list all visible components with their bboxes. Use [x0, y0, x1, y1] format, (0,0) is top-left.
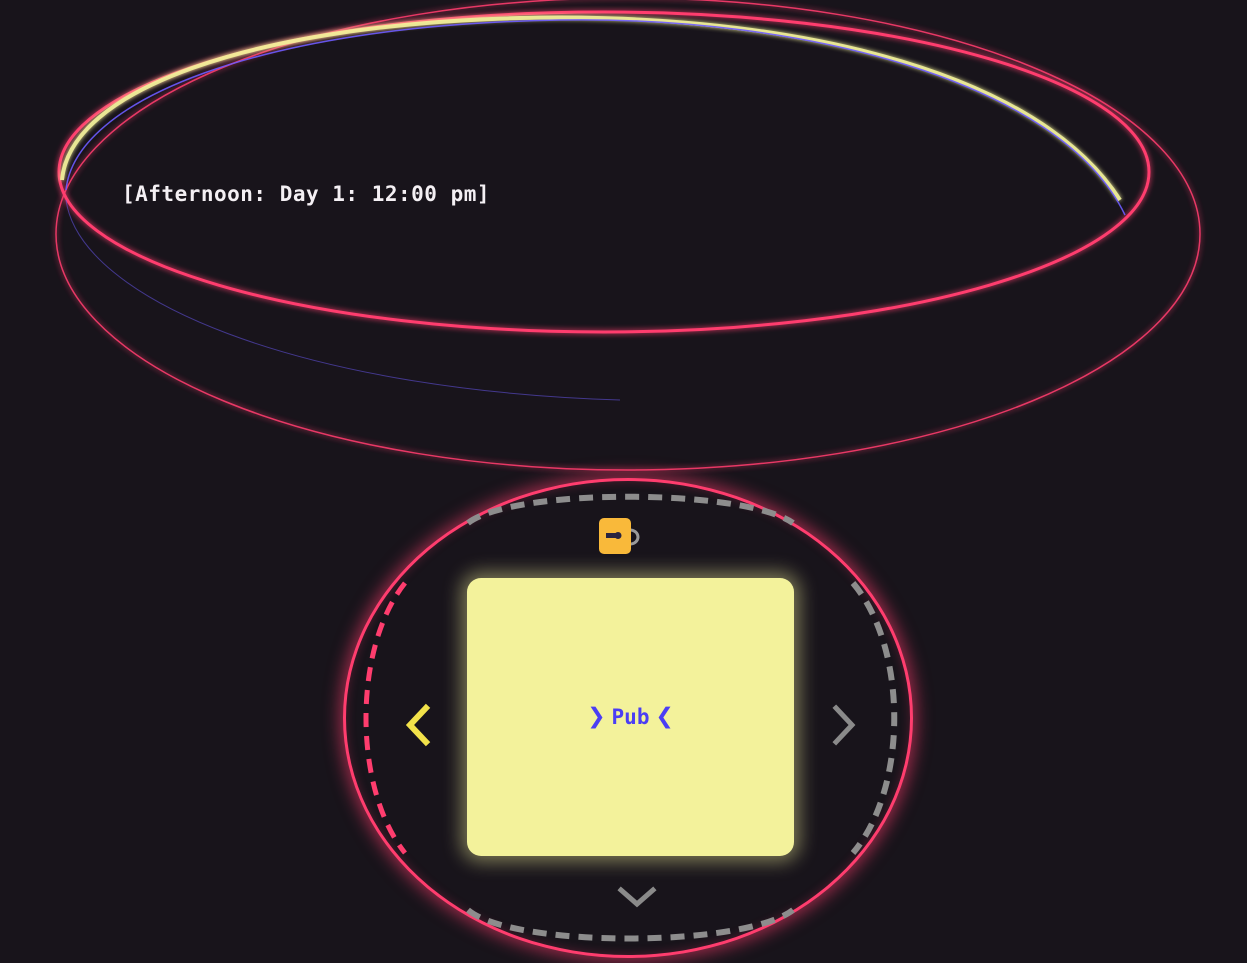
lock-icon[interactable]	[596, 514, 650, 558]
chevron-left-decor-icon: ❮	[655, 699, 674, 734]
location-name-text: Pub	[611, 705, 650, 729]
chevron-left-icon	[405, 703, 431, 747]
chevron-down-icon	[617, 886, 657, 908]
game-screen: [Afternoon: Day 1: 12:00 pm] ❯ Pub ❮	[0, 0, 1247, 963]
next-location-button[interactable]	[826, 700, 862, 750]
previous-location-button[interactable]	[400, 700, 436, 750]
down-location-button[interactable]	[615, 880, 659, 916]
time-of-day-label: [Afternoon: Day 1: 12:00 pm]	[122, 182, 491, 206]
location-card[interactable]: ❯ Pub ❮	[467, 578, 794, 856]
chevron-right-icon	[832, 704, 856, 746]
chevron-right-decor-icon: ❯	[587, 699, 606, 734]
location-title: ❯ Pub ❮	[587, 702, 673, 732]
